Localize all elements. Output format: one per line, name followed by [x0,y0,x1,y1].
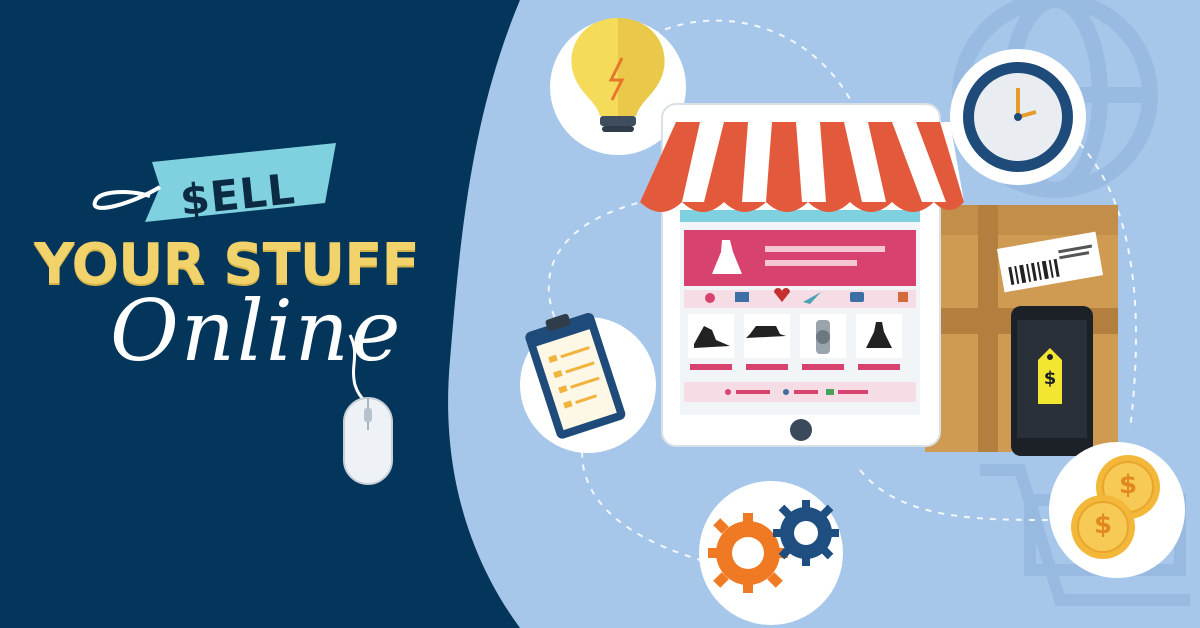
hero-banner: $ELL YOUR STUFF Online $ $ $ [0,0,1200,628]
coin-symbol-bottom: $ [1093,510,1113,540]
coin-symbol-top: $ [1118,470,1138,500]
coins-icon [1049,442,1185,578]
